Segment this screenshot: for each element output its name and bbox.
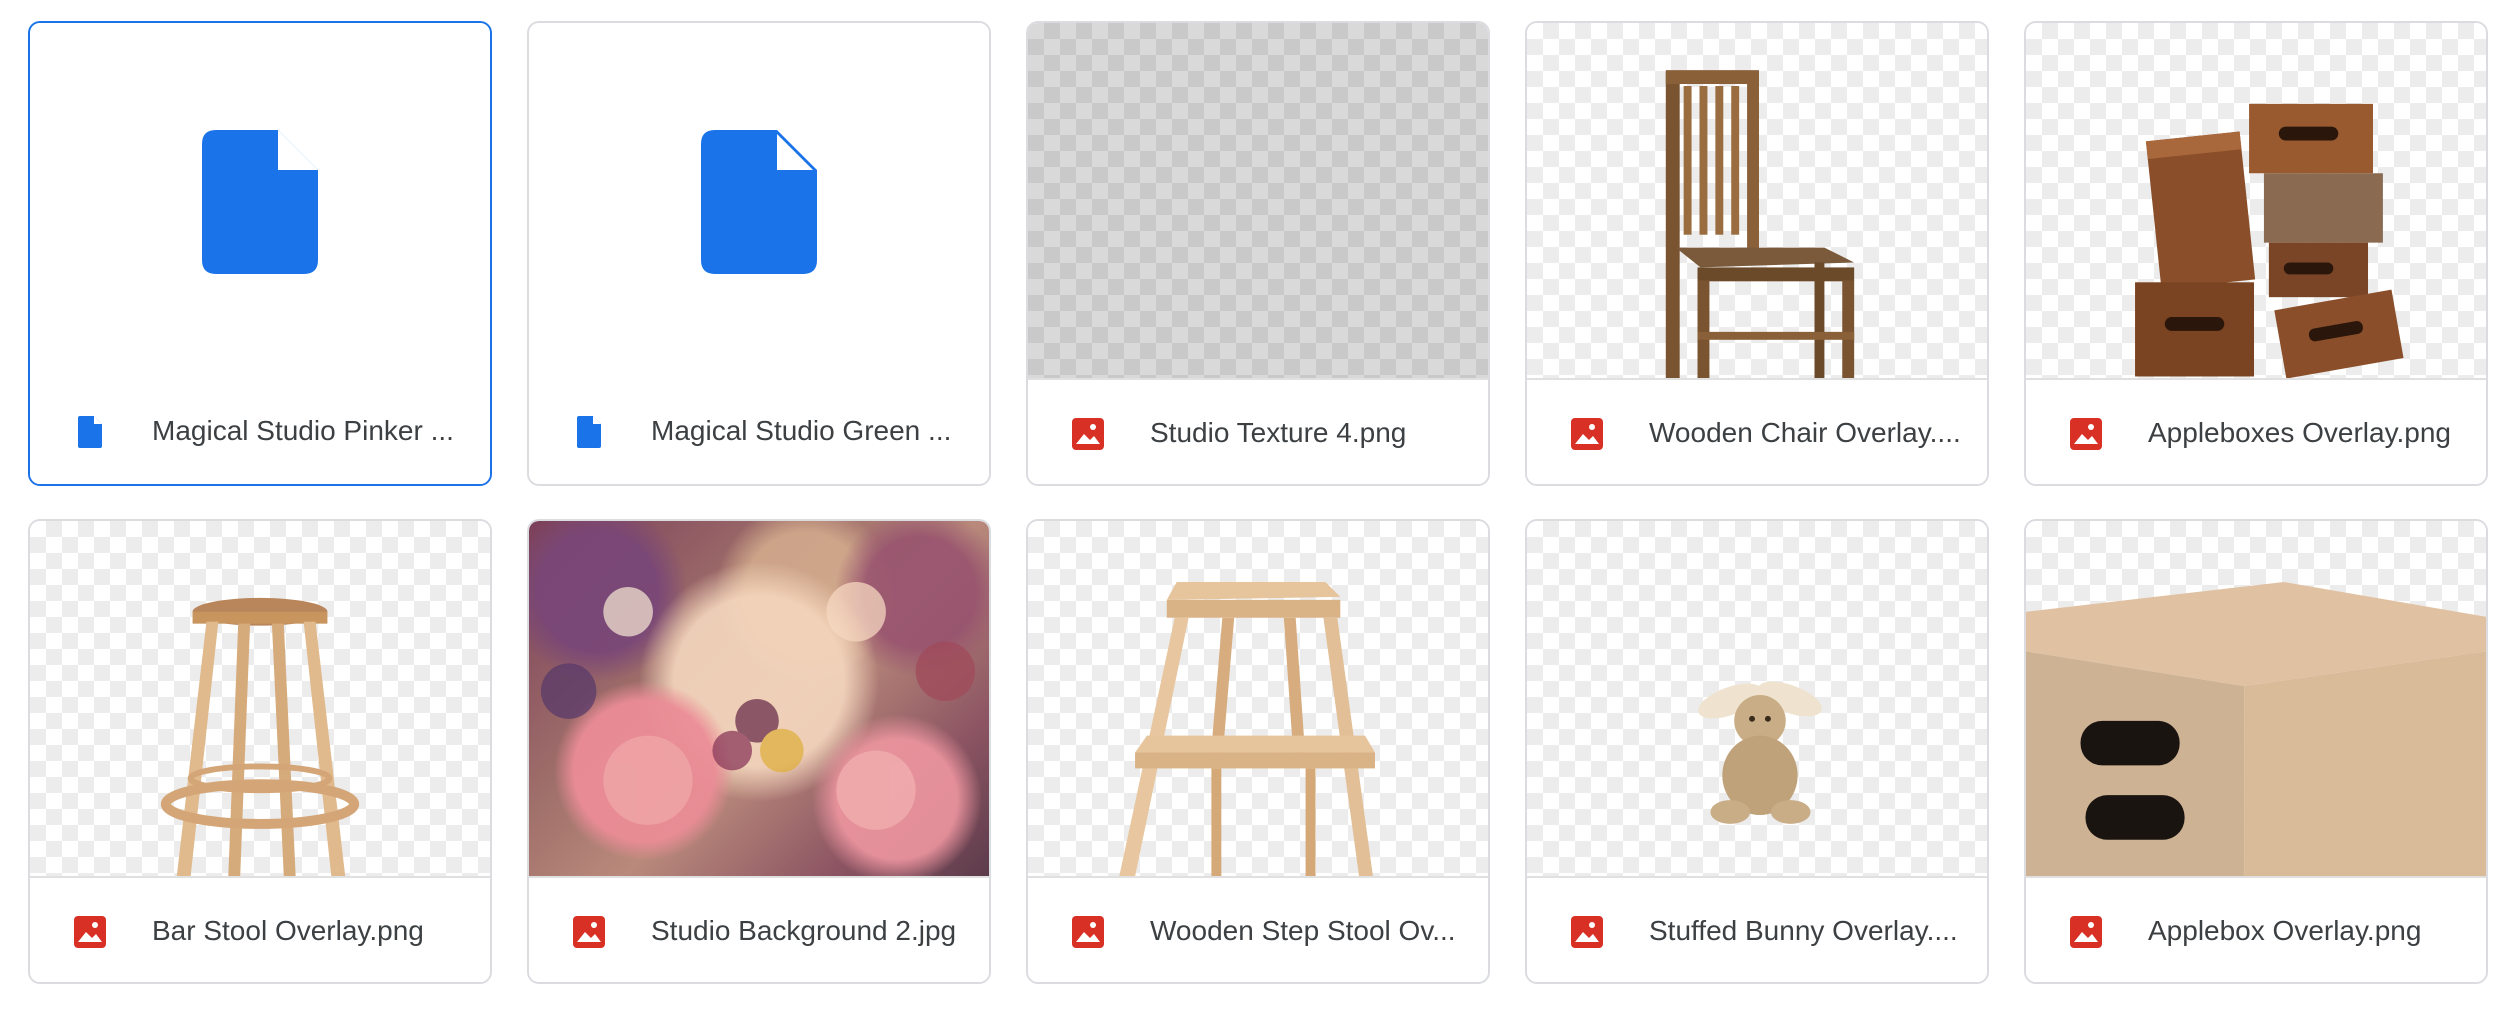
file-name: Bar Stool Overlay.png xyxy=(152,915,424,946)
file-card-studio-texture[interactable]: Studio Texture 4.png xyxy=(1026,21,1490,486)
file-name: Wooden Step Stool Ov... xyxy=(1150,915,1456,946)
file-card-magical-studio-pinker[interactable]: Magical Studio Pinker ... xyxy=(28,21,492,486)
image-icon xyxy=(573,916,605,948)
file-footer: Applebox Overlay.png xyxy=(2026,876,2486,982)
file-card-applebox[interactable]: Applebox Overlay.png xyxy=(2024,519,2488,984)
file-footer: Wooden Chair Overlay.... xyxy=(1527,378,1987,484)
doc-icon xyxy=(577,416,601,448)
file-card-step-stool[interactable]: Wooden Step Stool Ov... xyxy=(1026,519,1490,984)
image-icon xyxy=(2070,916,2102,948)
floral-image xyxy=(540,582,976,830)
file-name: Studio Texture 4.png xyxy=(1150,417,1407,448)
bunny-image xyxy=(1698,681,1822,824)
file-name: Wooden Chair Overlay.... xyxy=(1649,417,1961,448)
file-card-wooden-chair[interactable]: Wooden Chair Overlay.... xyxy=(1525,21,1989,486)
file-thumbnail xyxy=(1028,23,1488,380)
file-thumbnail xyxy=(1527,521,1987,878)
file-footer: Magical Studio Green ... xyxy=(529,378,989,484)
file-card-bar-stool[interactable]: Bar Stool Overlay.png xyxy=(28,519,492,984)
appleboxes-image xyxy=(2135,103,2404,379)
doc-icon xyxy=(701,129,817,274)
file-footer: Studio Background 2.jpg xyxy=(529,876,989,982)
file-footer: Magical Studio Pinker ... xyxy=(30,378,490,484)
file-name: Appleboxes Overlay.png xyxy=(2148,417,2451,448)
file-footer: Appleboxes Overlay.png xyxy=(2026,378,2486,484)
file-thumbnail xyxy=(1527,23,1987,380)
file-card-stuffed-bunny[interactable]: Stuffed Bunny Overlay.... xyxy=(1525,519,1989,984)
step-stool-image xyxy=(1119,582,1375,877)
file-thumbnail xyxy=(1028,521,1488,878)
file-name: Stuffed Bunny Overlay.... xyxy=(1649,915,1958,946)
doc-icon xyxy=(202,129,318,274)
file-thumbnail xyxy=(2026,521,2486,878)
file-footer: Bar Stool Overlay.png xyxy=(30,876,490,982)
file-footer: Studio Texture 4.png xyxy=(1028,378,1488,484)
file-footer: Stuffed Bunny Overlay.... xyxy=(1527,876,1987,982)
image-icon xyxy=(1571,418,1603,450)
applebox-image xyxy=(2026,582,2486,877)
file-name: Magical Studio Green ... xyxy=(651,415,952,446)
chair-image xyxy=(1665,70,1855,380)
image-icon xyxy=(2070,418,2102,450)
file-thumbnail xyxy=(529,23,989,380)
image-icon xyxy=(1571,916,1603,948)
file-card-appleboxes[interactable]: Appleboxes Overlay.png xyxy=(2024,21,2488,486)
file-card-studio-background[interactable]: Studio Background 2.jpg xyxy=(527,519,991,984)
file-thumbnail xyxy=(2026,23,2486,380)
file-grid: Magical Studio Pinker ... Magical Studio… xyxy=(0,0,2520,1010)
file-name: Studio Background 2.jpg xyxy=(651,915,957,946)
file-footer: Wooden Step Stool Ov... xyxy=(1028,876,1488,982)
image-icon xyxy=(1072,418,1104,450)
doc-icon xyxy=(78,416,102,448)
file-name: Applebox Overlay.png xyxy=(2148,915,2422,946)
file-name: Magical Studio Pinker ... xyxy=(152,415,454,446)
file-thumbnail xyxy=(529,521,989,878)
image-icon xyxy=(1072,916,1104,948)
file-card-magical-studio-green[interactable]: Magical Studio Green ... xyxy=(527,21,991,486)
bar-stool-image xyxy=(160,597,360,877)
file-thumbnail xyxy=(30,521,490,878)
image-icon xyxy=(74,916,106,948)
file-thumbnail xyxy=(30,23,490,380)
